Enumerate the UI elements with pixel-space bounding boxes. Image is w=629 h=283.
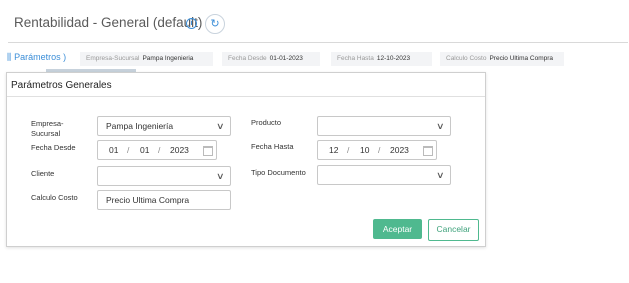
info-icon[interactable]: i <box>186 18 197 29</box>
parameters-modal: Parámetros Generales Empresa- Sucursal P… <box>6 72 486 247</box>
modal-title: Parámetros Generales <box>11 80 112 91</box>
empresa-select-value: Pampa Ingeniería <box>106 121 174 131</box>
refresh-icon[interactable]: ↻ <box>205 14 225 34</box>
empresa-label-line2: Sucursal <box>31 129 61 138</box>
chevron-down-icon: ∨ <box>216 171 225 181</box>
calendar-icon[interactable] <box>203 146 213 156</box>
filter-chip-fecha-desde: Fecha Desde 01-01-2023 <box>222 52 320 66</box>
calendar-icon[interactable] <box>423 146 433 156</box>
calculo-costo-label: Calculo Costo <box>31 193 78 202</box>
chip-value: Precio Ultima Compra <box>489 55 554 62</box>
fecha-desde-year[interactable]: 2023 <box>170 145 189 155</box>
date-separator: / <box>378 145 381 155</box>
tipo-documento-label: Tipo Documento <box>251 168 306 177</box>
chip-value: 12-10-2023 <box>376 55 411 62</box>
calculo-costo-input[interactable]: Precio Ultima Compra <box>97 190 231 210</box>
fecha-hasta-day[interactable]: 12 <box>329 145 338 155</box>
tipo-documento-select[interactable]: ∨ <box>317 165 451 185</box>
cliente-label: Cliente <box>31 169 55 178</box>
fecha-desde-input[interactable]: 01 / 01 / 2023 <box>97 140 217 160</box>
cliente-select[interactable]: ∨ <box>97 166 231 186</box>
chevron-down-icon: ∨ <box>436 121 445 131</box>
fecha-desde-label: Fecha Desde <box>31 143 76 152</box>
chip-label: Fecha Desde <box>228 55 267 62</box>
chevron-down-icon: ∨ <box>216 121 225 131</box>
fecha-hasta-month[interactable]: 10 <box>360 145 369 155</box>
fecha-hasta-year[interactable]: 2023 <box>390 145 409 155</box>
empresa-label-line1: Empresa- <box>31 119 64 128</box>
calculo-costo-value: Precio Ultima Compra <box>106 195 190 205</box>
producto-label: Producto <box>251 118 282 127</box>
chip-label: Fecha Hasta <box>337 55 374 62</box>
fecha-hasta-input[interactable]: 12 / 10 / 2023 <box>317 140 437 160</box>
cancel-button[interactable]: Cancelar <box>428 219 479 241</box>
filter-chip-calculo-costo: Calculo Costo Precio Ultima Compra <box>440 52 564 66</box>
page-title: Rentabilidad - General (default) <box>14 15 203 30</box>
accept-button[interactable]: Aceptar <box>373 219 422 239</box>
chevron-down-icon: ∨ <box>436 170 445 180</box>
filter-chip-fecha-hasta: Fecha Hasta 12-10-2023 <box>331 52 432 66</box>
empresa-label: Empresa- Sucursal <box>31 119 64 139</box>
chip-value: Pampa Ingenieria <box>142 55 194 62</box>
parameters-toggle[interactable]: ⫼ Parámetros ) <box>7 52 66 63</box>
empresa-select[interactable]: Pampa Ingeniería ∨ <box>97 116 231 136</box>
parameters-label: Parámetros <box>14 52 61 62</box>
modal-divider <box>7 96 485 97</box>
date-separator: / <box>347 145 350 155</box>
fecha-desde-month[interactable]: 01 <box>140 145 149 155</box>
header-divider <box>8 42 628 43</box>
chip-value: 01-01-2023 <box>269 55 303 62</box>
filter-chip-empresa: Empresa-Sucursal Pampa Ingenieria <box>80 52 213 66</box>
fecha-hasta-label: Fecha Hasta <box>251 142 294 151</box>
sliders-icon: ⫼ <box>7 52 12 62</box>
chip-label: Empresa-Sucursal <box>86 55 140 62</box>
date-separator: / <box>127 145 130 155</box>
chip-label: Calculo Costo <box>446 55 487 62</box>
date-separator: / <box>158 145 161 155</box>
producto-select[interactable]: ∨ <box>317 116 451 136</box>
fecha-desde-day[interactable]: 01 <box>109 145 118 155</box>
